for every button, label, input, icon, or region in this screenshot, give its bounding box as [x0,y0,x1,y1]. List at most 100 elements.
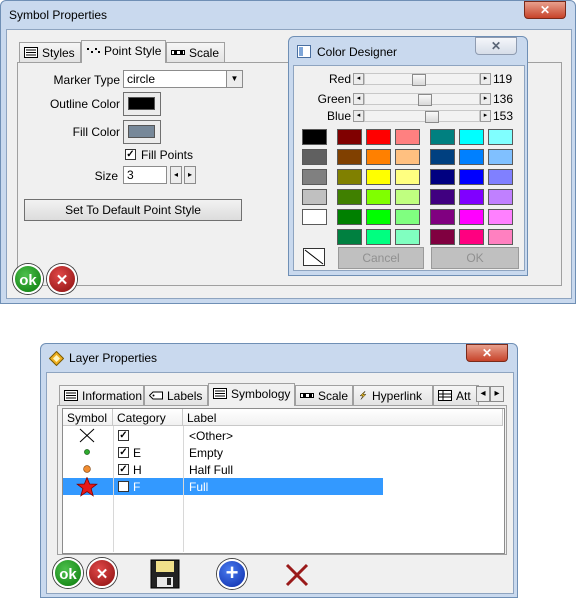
size-decrease-button[interactable]: ◂ [170,166,182,184]
layer-window-close-button[interactable]: ✕ [466,344,508,362]
color-swatch[interactable] [366,129,391,145]
outline-color-button[interactable] [123,92,161,116]
row-checkbox[interactable]: ✓ [118,464,129,475]
color-swatch[interactable] [395,149,420,165]
red-track[interactable] [364,73,480,86]
column-header-category[interactable]: Category [113,409,183,426]
color-swatch[interactable] [366,209,391,225]
blue-thumb[interactable] [425,111,439,123]
tab-labels[interactable]: Labels [144,385,208,405]
color-swatch[interactable] [302,149,327,165]
set-default-point-style-button[interactable]: Set To Default Point Style [24,199,242,221]
color-swatch[interactable] [366,229,391,245]
tab-point-style[interactable]: Point Style [81,40,166,63]
blue-track[interactable] [364,110,480,123]
table-row[interactable]: ✓ H Half Full [63,461,383,478]
color-swatch[interactable] [337,129,362,145]
color-swatch[interactable] [337,169,362,185]
tab-styles[interactable]: Styles [19,42,81,62]
color-swatch[interactable] [488,149,513,165]
tab-scale[interactable]: Scale [295,385,353,405]
color-swatch[interactable] [430,209,455,225]
tab-scroll-right-button[interactable]: ▸ [490,386,504,402]
green-increase-arrow[interactable]: ▸ [480,93,491,105]
blue-increase-arrow[interactable]: ▸ [480,110,491,122]
row-checkbox[interactable]: ✓ [118,447,129,458]
color-swatch[interactable] [302,189,327,205]
add-button[interactable]: + [217,559,247,589]
color-ok-button[interactable]: OK [431,247,519,269]
blue-slider[interactable]: ◂ ▸ [353,110,491,123]
color-swatch[interactable] [302,129,327,145]
cancel-button[interactable]: ✕ [47,264,77,294]
chevron-down-icon[interactable]: ▼ [226,71,242,87]
color-swatch[interactable] [459,149,484,165]
tab-scroll-left-button[interactable]: ◂ [476,386,490,402]
color-swatch[interactable] [488,229,513,245]
row-checkbox[interactable]: ✓ [118,481,129,492]
color-swatch[interactable] [366,189,391,205]
table-row-selected[interactable]: ✓ F Full [63,477,383,497]
color-swatch[interactable] [488,189,513,205]
table-row[interactable]: ✓ <Other> [63,427,383,444]
delete-icon[interactable] [284,562,310,588]
tab-information[interactable]: Information [59,385,144,405]
tab-attributes[interactable]: Att [433,385,479,405]
row-checkbox[interactable]: ✓ [118,430,129,441]
symbol-window-titlebar[interactable]: Symbol Properties ✕ [1,1,575,29]
color-swatch[interactable] [337,189,362,205]
ok-button[interactable]: ok [53,558,83,588]
fill-color-button[interactable] [123,120,161,144]
color-swatch[interactable] [430,189,455,205]
color-swatch[interactable] [459,169,484,185]
color-swatch[interactable] [395,189,420,205]
tab-scale[interactable]: Scale [166,42,225,62]
layer-window-titlebar[interactable]: Layer Properties ✕ [41,344,517,372]
color-swatch[interactable] [488,209,513,225]
red-increase-arrow[interactable]: ▸ [480,73,491,85]
ok-button[interactable]: ok [13,264,43,294]
color-swatch[interactable] [395,129,420,145]
tab-symbology[interactable]: Symbology [208,383,295,406]
color-swatch[interactable] [366,169,391,185]
no-color-button[interactable] [303,248,325,266]
color-designer-titlebar[interactable]: Color Designer ✕ [289,37,527,65]
color-swatch[interactable] [366,149,391,165]
color-swatch[interactable] [430,129,455,145]
tab-hyperlink[interactable]: Hyperlink [353,385,433,405]
color-swatch[interactable] [302,169,327,185]
symbol-window-close-button[interactable]: ✕ [524,1,566,19]
blue-decrease-arrow[interactable]: ◂ [353,110,364,122]
color-swatch[interactable] [337,229,362,245]
red-decrease-arrow[interactable]: ◂ [353,73,364,85]
column-header-label[interactable]: Label [183,409,503,426]
size-increase-button[interactable]: ▸ [184,166,196,184]
color-swatch[interactable] [337,209,362,225]
green-slider[interactable]: ◂ ▸ [353,93,491,106]
color-swatch[interactable] [459,229,484,245]
color-designer-close-button[interactable]: ✕ [475,37,517,55]
red-slider[interactable]: ◂ ▸ [353,73,491,86]
green-decrease-arrow[interactable]: ◂ [353,93,364,105]
color-swatch[interactable] [430,149,455,165]
color-swatch[interactable] [430,169,455,185]
color-swatch[interactable] [430,229,455,245]
table-row[interactable]: ✓ E Empty [63,444,383,461]
fill-points-checkbox[interactable]: ✓ [125,149,136,160]
color-swatch[interactable] [459,189,484,205]
red-thumb[interactable] [412,74,426,86]
size-input[interactable]: 3 [123,166,167,184]
color-cancel-button[interactable]: Cancel [338,247,424,269]
column-header-symbol[interactable]: Symbol [63,409,113,426]
green-track[interactable] [364,93,480,106]
cancel-button[interactable]: ✕ [87,558,117,588]
color-swatch[interactable] [488,169,513,185]
color-swatch[interactable] [459,209,484,225]
save-icon[interactable] [150,559,180,589]
green-thumb[interactable] [418,94,432,106]
color-swatch[interactable] [302,209,327,225]
color-swatch[interactable] [459,129,484,145]
color-swatch[interactable] [488,129,513,145]
color-swatch[interactable] [395,209,420,225]
color-swatch[interactable] [395,169,420,185]
